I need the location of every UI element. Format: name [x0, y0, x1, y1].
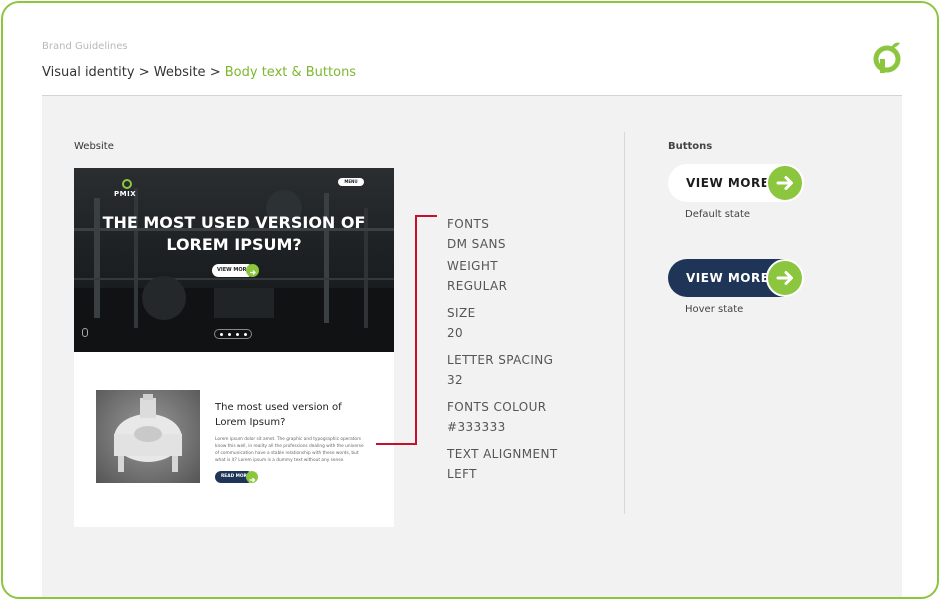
arrow-right-icon: [766, 164, 804, 202]
brand-logo-icon: [873, 42, 901, 73]
breadcrumb-website[interactable]: Website: [154, 65, 206, 80]
spec-key: FONTS: [447, 217, 490, 231]
pmix-logo-text: PMIX: [114, 190, 137, 198]
breadcrumb-separator: >: [209, 65, 221, 80]
spec-key: FONTS COLOUR: [447, 400, 547, 414]
brand-guidelines-label: Brand Guidelines: [42, 41, 128, 52]
spec-key: LETTER SPACING: [447, 353, 554, 367]
breadcrumb-current: Body text & Buttons: [224, 65, 357, 80]
scroll-mouse-icon: [82, 328, 88, 337]
arrow-right-icon: [246, 264, 259, 277]
section-divider: [624, 132, 625, 514]
spec-value: DM SANS: [447, 237, 506, 251]
spec-letter-spacing: LETTER SPACING 32: [447, 352, 607, 388]
arrow-right-icon: [246, 471, 258, 483]
spec-text-alignment: TEXT ALIGNMENT LEFT: [447, 446, 607, 482]
spec-size: SIZE 20: [447, 305, 607, 341]
hero-title: THE MOST USED VERSION OF LOREM IPSUM?: [102, 213, 366, 254]
website-section-label: Website: [74, 141, 114, 152]
spec-key: WEIGHT: [447, 259, 499, 273]
spec-key: SIZE: [447, 306, 476, 320]
breadcrumb: Visual identity > Website > Body text & …: [42, 65, 356, 80]
menu-button[interactable]: MENU: [338, 178, 364, 186]
guideline-page: Brand Guidelines Visual identity > Websi…: [1, 1, 939, 599]
content-panel: Website Buttons PMIX MENU THE MOST USED …: [42, 96, 902, 597]
spec-value: 20: [447, 326, 464, 340]
spec-value: REGULAR: [447, 279, 508, 293]
spec-weight: WEIGHT REGULAR: [447, 258, 607, 294]
hover-state-label: Hover state: [685, 304, 744, 315]
spec-value: LEFT: [447, 467, 477, 481]
spec-key: TEXT ALIGNMENT: [447, 447, 558, 461]
breadcrumb-visual-identity[interactable]: Visual identity: [42, 65, 135, 80]
website-mockup: PMIX MENU THE MOST USED VERSION OF LOREM…: [74, 168, 394, 527]
arrow-right-icon: [766, 259, 804, 297]
spec-value: #333333: [447, 420, 506, 434]
breadcrumb-separator: >: [138, 65, 150, 80]
hero-banner: PMIX MENU THE MOST USED VERSION OF LOREM…: [74, 168, 394, 352]
spec-fonts-colour: FONTS COLOUR #333333: [447, 399, 607, 435]
default-state-label: Default state: [685, 209, 751, 220]
body-title: The most used version of Lorem Ipsum?: [215, 402, 342, 428]
spec-value: 32: [447, 373, 464, 387]
buttons-section-label: Buttons: [668, 141, 713, 152]
slider-dots[interactable]: [214, 329, 252, 339]
product-mixer-image: [96, 390, 200, 483]
body-text: Lorem ipsum dolor sit amet. The graphic …: [215, 437, 364, 463]
spec-fonts: FONTS DM SANS: [447, 216, 607, 252]
